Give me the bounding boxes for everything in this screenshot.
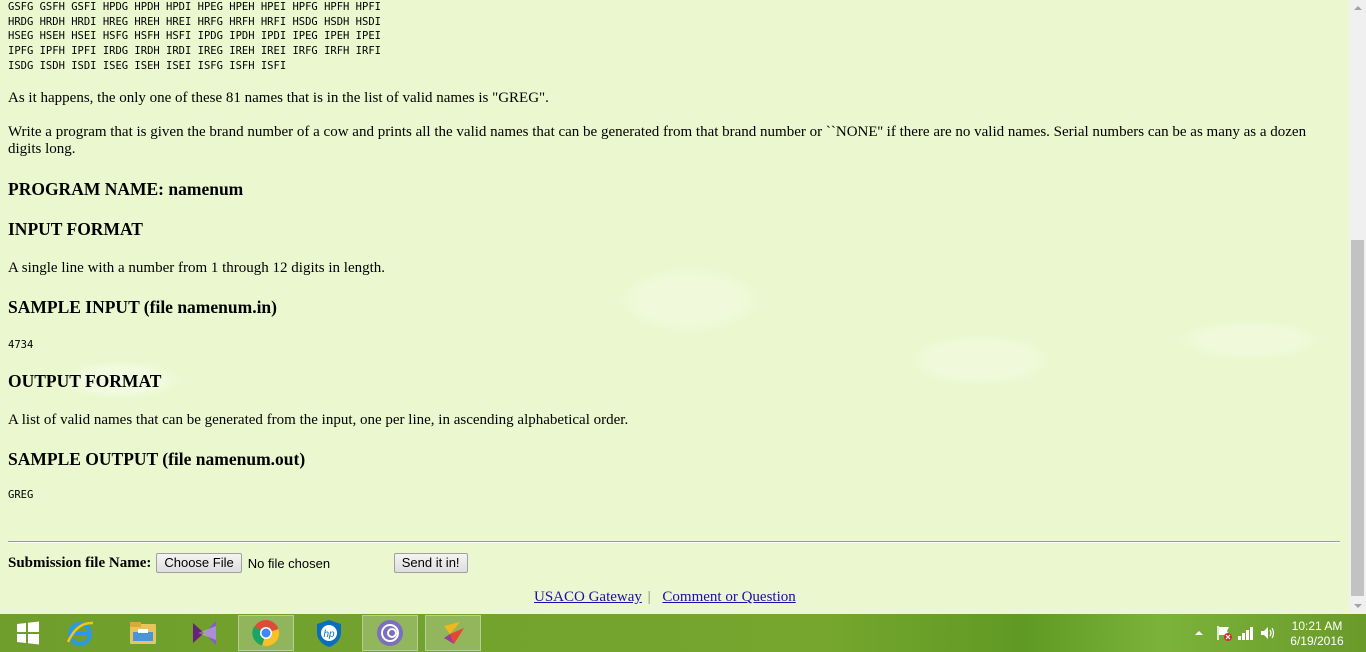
task-paragraph: Write a program that is given the brand …	[8, 124, 1307, 157]
system-tray	[1193, 614, 1277, 652]
perm-line: IPFG IPFH IPFI IRDG IRDH IRDI IREG IREH …	[8, 45, 381, 58]
start-icon[interactable]	[0, 615, 56, 651]
send-button[interactable]: Send it in!	[393, 553, 468, 573]
svg-text:hp: hp	[323, 629, 335, 640]
submission-label: Submission file Name:	[8, 554, 152, 571]
file-explorer-icon[interactable]	[115, 615, 171, 651]
footer-separator: |	[647, 589, 651, 605]
internet-explorer-icon[interactable]	[52, 615, 108, 651]
sample-output: GREG	[8, 489, 34, 501]
sample-output-heading: SAMPLE OUTPUT (file namenum.out)	[8, 449, 306, 469]
submission-form: Submission file Name: Choose File No fil…	[8, 552, 468, 574]
greg-paragraph: As it happens, the only one of these 81 …	[8, 90, 549, 106]
action-center-flag-icon[interactable]	[1215, 624, 1233, 642]
scroll-down-arrow-icon[interactable]	[1349, 597, 1366, 614]
perm-line: HRDG HRDH HRDI HREG HREH HREI HRFG HRFH …	[8, 15, 381, 28]
clock-date: 6/19/2016	[1290, 634, 1344, 648]
sample-input-heading: SAMPLE INPUT (file namenum.in)	[8, 297, 277, 317]
show-hidden-icons-icon[interactable]	[1193, 614, 1205, 652]
browser-viewport: GSFG GSFH GSFI HPDG HPDH HPDI HPEG HPEH …	[0, 0, 1349, 614]
chrome-icon[interactable]	[238, 615, 294, 651]
scroll-up-arrow-icon[interactable]	[1349, 0, 1366, 17]
clock[interactable]: 10:21 AM 6/19/2016	[1285, 619, 1349, 649]
scrollbar-thumb[interactable]	[1351, 240, 1364, 596]
program-name-heading: PROGRAM NAME: namenum	[8, 179, 244, 199]
output-format-text: A list of valid names that can be genera…	[8, 412, 629, 428]
vertical-scrollbar[interactable]	[1349, 0, 1366, 614]
footer-links: USACO Gateway | Comment or Question	[534, 589, 796, 606]
usaco-gateway-link[interactable]: USACO Gateway	[534, 589, 642, 605]
sample-input: 4734	[8, 339, 34, 351]
perm-line: ISDG ISDH ISDI ISEG ISEH ISEI ISFG ISFH …	[8, 59, 287, 72]
app2-icon[interactable]	[425, 615, 481, 651]
visual-studio-icon[interactable]	[177, 615, 233, 651]
divider	[8, 541, 1340, 543]
perm-line: GSFG GSFH GSFI HPDG HPDH HPDI HPEG HPEH …	[8, 1, 381, 13]
choose-file-button[interactable]: Choose File	[156, 553, 242, 573]
file-status: No file chosen	[247, 555, 331, 571]
hp-icon[interactable]: hp	[301, 615, 357, 651]
volume-icon[interactable]	[1259, 624, 1277, 642]
network-signal-icon[interactable]	[1237, 624, 1255, 642]
app-icon[interactable]	[362, 615, 418, 651]
input-format-text: A single line with a number from 1 throu…	[8, 260, 386, 276]
output-format-heading: OUTPUT FORMAT	[8, 371, 162, 391]
taskbar: hp 10:21 AM 6/19/2016	[0, 614, 1366, 652]
input-format-heading: INPUT FORMAT	[8, 219, 143, 239]
comment-link[interactable]: Comment or Question	[662, 589, 795, 605]
clock-time: 10:21 AM	[1291, 619, 1343, 633]
perm-line: HSEG HSEH HSEI HSFG HSFH HSFI IPDG IPDH …	[8, 30, 381, 43]
permutation-list: GSFG GSFH GSFI HPDG HPDH HPDI HPEG HPEH …	[8, 0, 1343, 74]
